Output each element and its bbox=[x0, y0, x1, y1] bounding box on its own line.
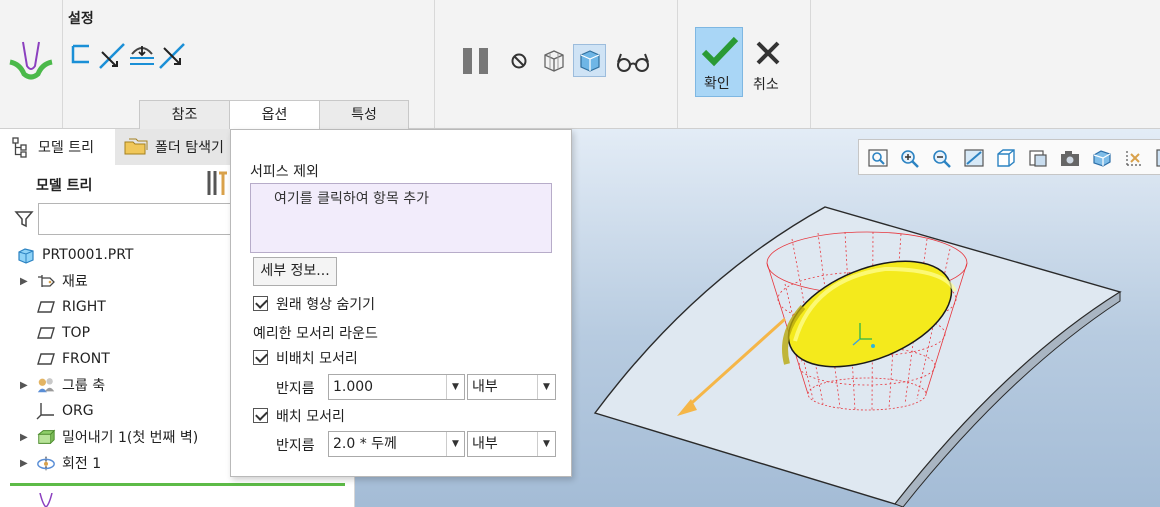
tree-item-group-axis[interactable]: ▶ 그룹 축 bbox=[20, 372, 106, 398]
cancel-x-icon[interactable] bbox=[755, 40, 781, 66]
tab-model-tree[interactable]: 모델 트리 bbox=[10, 129, 114, 165]
exclude-surfaces-label: 서피스 제외 bbox=[250, 164, 319, 180]
chevron-down-icon[interactable]: ▼ bbox=[537, 432, 555, 456]
excluded-surfaces-collector[interactable]: 여기를 클릭하여 항목 추가 bbox=[250, 183, 552, 253]
tree-item-extrude[interactable]: ▶ 밀어내기 1(첫 번째 벽) bbox=[20, 424, 199, 450]
pause-icon[interactable] bbox=[460, 44, 492, 78]
radius-label: 반지름 bbox=[276, 438, 315, 454]
expand-arrow-icon[interactable]: ▶ bbox=[20, 276, 28, 287]
separator bbox=[434, 0, 435, 128]
radius-side-combo[interactable]: 내부 ▼ bbox=[467, 431, 556, 457]
tree-filter-input[interactable] bbox=[38, 203, 238, 235]
part-icon bbox=[16, 246, 36, 264]
tree-item-right[interactable]: RIGHT bbox=[36, 294, 106, 320]
datum-plane-icon bbox=[36, 324, 56, 342]
tree-icon bbox=[12, 137, 27, 158]
cancel-button[interactable]: 취소 bbox=[753, 74, 779, 94]
separate-preview-icon[interactable] bbox=[539, 46, 569, 76]
tree-item-label: 밀어내기 1(첫 번째 벽) bbox=[62, 430, 199, 446]
checkmark-icon bbox=[701, 36, 739, 67]
filter-icon[interactable] bbox=[14, 209, 34, 229]
coordinate-system-icon bbox=[36, 402, 56, 420]
flip-direction-icon[interactable] bbox=[158, 42, 186, 70]
tab-properties[interactable]: 특성 bbox=[319, 100, 409, 130]
partial-tree-item-icon bbox=[39, 493, 53, 507]
tab-references[interactable]: 참조 bbox=[139, 100, 230, 130]
tree-item-top[interactable]: TOP bbox=[36, 320, 90, 346]
tab-folder-browser-label: 폴더 탐색기 bbox=[155, 140, 224, 156]
collector-placeholder: 여기를 클릭하여 항목 추가 bbox=[274, 191, 430, 207]
separator bbox=[62, 0, 63, 128]
placement-edges-checkbox[interactable] bbox=[253, 408, 268, 423]
tree-item-label: 재료 bbox=[62, 274, 88, 290]
tree-settings-icon[interactable] bbox=[205, 169, 229, 197]
sharp-edges-label: 예리한 모서리 라운드 bbox=[253, 326, 378, 342]
group-icon bbox=[36, 376, 56, 394]
hide-original-label: 원래 형상 숨기기 bbox=[276, 297, 376, 313]
datum-plane-icon bbox=[36, 298, 56, 316]
no-preview-icon[interactable] bbox=[508, 50, 530, 72]
radius-value-combo[interactable]: 2.0 * 두께 ▼ bbox=[328, 431, 465, 457]
datum-plane-icon bbox=[36, 350, 56, 368]
non-placement-edges-checkbox[interactable] bbox=[253, 350, 268, 365]
tab-options[interactable]: 옵션 bbox=[229, 100, 320, 131]
radius-value-combo[interactable]: 1.000 ▼ bbox=[328, 374, 465, 400]
tree-item-material[interactable]: ▶ 재료 bbox=[20, 268, 88, 294]
settings-group-title: 설정 bbox=[68, 11, 94, 27]
expand-arrow-icon[interactable]: ▶ bbox=[20, 458, 28, 469]
radius-side-combo[interactable]: 내부 ▼ bbox=[467, 374, 556, 400]
extrude-icon bbox=[36, 428, 56, 446]
revolve-icon bbox=[36, 454, 56, 472]
tree-item-label: ORG bbox=[62, 403, 94, 419]
placement-edges-label: 배치 모서리 bbox=[276, 409, 345, 425]
joined-preview-icon[interactable] bbox=[573, 44, 606, 77]
tree-item-revolve[interactable]: ▶ 회전 1 bbox=[20, 450, 102, 476]
details-button[interactable]: 세부 정보... bbox=[253, 257, 337, 286]
edge-chain-icon[interactable] bbox=[70, 42, 92, 68]
tab-folder-browser[interactable]: 폴더 탐색기 bbox=[115, 129, 231, 165]
expand-arrow-icon[interactable]: ▶ bbox=[20, 380, 28, 391]
tree-item-org[interactable]: ORG bbox=[36, 398, 94, 424]
tree-item-front[interactable]: FRONT bbox=[36, 346, 110, 372]
separator bbox=[677, 0, 678, 128]
ribbon: 설정 참조 옵션 특성 확인 취소 bbox=[0, 0, 1160, 131]
tree-item-label: 회전 1 bbox=[62, 456, 102, 472]
confirm-label: 확인 bbox=[704, 76, 730, 92]
confirm-button[interactable]: 확인 bbox=[695, 27, 743, 97]
tab-model-tree-label: 모델 트리 bbox=[38, 140, 94, 156]
material-icon bbox=[36, 272, 56, 290]
radius-value: 1.000 bbox=[333, 379, 374, 395]
separator bbox=[810, 0, 811, 128]
non-placement-edges-label: 비배치 모서리 bbox=[276, 351, 358, 367]
tree-item-label: 그룹 축 bbox=[62, 378, 106, 394]
punch-feature-icon bbox=[9, 41, 53, 80]
flip-thickness-icon[interactable] bbox=[98, 42, 126, 70]
glasses-verify-icon[interactable] bbox=[614, 48, 652, 76]
tree-item-part[interactable]: PRT0001.PRT bbox=[16, 242, 134, 268]
expand-arrow-icon[interactable]: ▶ bbox=[20, 432, 28, 443]
offset-surface-icon[interactable] bbox=[128, 42, 156, 68]
chevron-down-icon[interactable]: ▼ bbox=[446, 375, 464, 399]
tree-item-label: FRONT bbox=[62, 351, 110, 367]
tree-header: 모델 트리 bbox=[36, 178, 93, 194]
hide-original-checkbox[interactable] bbox=[253, 296, 268, 311]
chevron-down-icon[interactable]: ▼ bbox=[446, 432, 464, 456]
radius-side-value: 내부 bbox=[472, 379, 498, 395]
radius-value: 2.0 * 두께 bbox=[333, 436, 397, 452]
chevron-down-icon[interactable]: ▼ bbox=[537, 375, 555, 399]
radius-side-value: 내부 bbox=[472, 436, 498, 452]
folder-icon bbox=[124, 138, 148, 155]
tree-item-label: RIGHT bbox=[62, 299, 106, 315]
tree-item-label: TOP bbox=[62, 325, 91, 341]
tree-item-label: PRT0001.PRT bbox=[42, 247, 134, 263]
radius-label: 반지름 bbox=[276, 381, 315, 397]
insert-indicator-line bbox=[10, 483, 345, 486]
options-panel: 서피스 제외 여기를 클릭하여 항목 추가 세부 정보... 원래 형상 숨기기… bbox=[230, 129, 572, 477]
